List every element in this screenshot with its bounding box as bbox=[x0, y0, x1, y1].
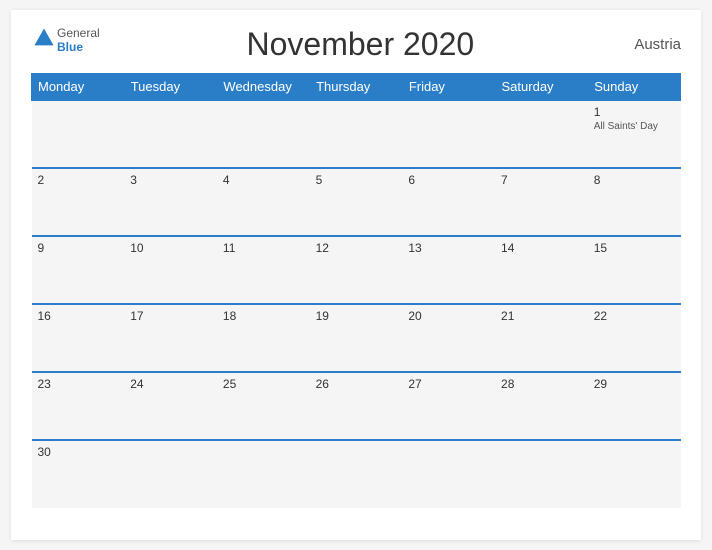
calendar-cell: 23 bbox=[32, 372, 125, 440]
calendar-cell: 8 bbox=[588, 168, 681, 236]
day-number: 17 bbox=[130, 309, 211, 323]
day-number: 23 bbox=[38, 377, 119, 391]
calendar-cell: 20 bbox=[402, 304, 495, 372]
day-number: 14 bbox=[501, 241, 582, 255]
weekday-header-sunday: Sunday bbox=[588, 74, 681, 101]
weekday-header-wednesday: Wednesday bbox=[217, 74, 310, 101]
calendar-cell: 22 bbox=[588, 304, 681, 372]
calendar-cell bbox=[124, 100, 217, 168]
calendar-cell bbox=[124, 440, 217, 508]
week-row-6: 30 bbox=[32, 440, 681, 508]
week-row-2: 2345678 bbox=[32, 168, 681, 236]
calendar-cell bbox=[495, 100, 588, 168]
calendar-cell: 6 bbox=[402, 168, 495, 236]
calendar-cell: 10 bbox=[124, 236, 217, 304]
calendar-cell bbox=[310, 100, 403, 168]
calendar-cell bbox=[217, 440, 310, 508]
day-number: 4 bbox=[223, 173, 304, 187]
day-number: 2 bbox=[38, 173, 119, 187]
day-number: 12 bbox=[316, 241, 397, 255]
day-number: 5 bbox=[316, 173, 397, 187]
calendar-cell bbox=[32, 100, 125, 168]
day-number: 13 bbox=[408, 241, 489, 255]
day-number: 10 bbox=[130, 241, 211, 255]
calendar-cell: 26 bbox=[310, 372, 403, 440]
weekday-header-row: MondayTuesdayWednesdayThursdayFridaySatu… bbox=[32, 74, 681, 101]
calendar-cell: 16 bbox=[32, 304, 125, 372]
calendar-cell: 4 bbox=[217, 168, 310, 236]
day-number: 24 bbox=[130, 377, 211, 391]
day-number: 7 bbox=[501, 173, 582, 187]
day-number: 26 bbox=[316, 377, 397, 391]
weekday-header-saturday: Saturday bbox=[495, 74, 588, 101]
calendar-cell bbox=[402, 440, 495, 508]
day-number: 8 bbox=[594, 173, 675, 187]
calendar-header: General Blue November 2020 Austria bbox=[31, 26, 681, 63]
weekday-header-monday: Monday bbox=[32, 74, 125, 101]
calendar-cell: 30 bbox=[32, 440, 125, 508]
calendar-cell: 29 bbox=[588, 372, 681, 440]
calendar-cell: 18 bbox=[217, 304, 310, 372]
calendar-cell bbox=[310, 440, 403, 508]
logo-blue-text: Blue bbox=[57, 40, 83, 54]
day-number: 29 bbox=[594, 377, 675, 391]
calendar-cell bbox=[217, 100, 310, 168]
day-number: 27 bbox=[408, 377, 489, 391]
calendar-cell: 14 bbox=[495, 236, 588, 304]
day-number: 3 bbox=[130, 173, 211, 187]
calendar-cell: 15 bbox=[588, 236, 681, 304]
calendar-cell: 27 bbox=[402, 372, 495, 440]
calendar-title: November 2020 bbox=[100, 26, 621, 63]
day-event: All Saints' Day bbox=[594, 121, 675, 132]
calendar-cell: 17 bbox=[124, 304, 217, 372]
calendar-cell: 3 bbox=[124, 168, 217, 236]
calendar-cell: 11 bbox=[217, 236, 310, 304]
calendar-cell bbox=[495, 440, 588, 508]
weekday-header-tuesday: Tuesday bbox=[124, 74, 217, 101]
day-number: 20 bbox=[408, 309, 489, 323]
calendar-country: Austria bbox=[621, 36, 681, 53]
calendar-cell: 1 All Saints' Day bbox=[588, 100, 681, 168]
logo-general-text: General bbox=[57, 26, 100, 40]
day-number: 22 bbox=[594, 309, 675, 323]
day-number: 16 bbox=[38, 309, 119, 323]
calendar-cell: 24 bbox=[124, 372, 217, 440]
calendar-table: MondayTuesdayWednesdayThursdayFridaySatu… bbox=[31, 73, 681, 508]
calendar-container: General Blue November 2020 Austria Monda… bbox=[11, 10, 701, 540]
calendar-cell: 25 bbox=[217, 372, 310, 440]
logo: General Blue bbox=[31, 26, 100, 55]
day-number: 21 bbox=[501, 309, 582, 323]
calendar-cell bbox=[402, 100, 495, 168]
calendar-cell bbox=[588, 440, 681, 508]
calendar-cell: 7 bbox=[495, 168, 588, 236]
day-number: 6 bbox=[408, 173, 489, 187]
day-number: 30 bbox=[38, 445, 119, 459]
calendar-cell: 21 bbox=[495, 304, 588, 372]
day-number: 1 bbox=[594, 105, 675, 119]
day-number: 28 bbox=[501, 377, 582, 391]
week-row-1: 1 All Saints' Day bbox=[32, 100, 681, 168]
day-number: 18 bbox=[223, 309, 304, 323]
logo-icon bbox=[33, 27, 55, 49]
calendar-cell: 19 bbox=[310, 304, 403, 372]
calendar-cell: 28 bbox=[495, 372, 588, 440]
day-number: 25 bbox=[223, 377, 304, 391]
week-row-3: 9 10 11 12 13 14 15 bbox=[32, 236, 681, 304]
week-row-5: 23 24 25 26 27 28 29 bbox=[32, 372, 681, 440]
calendar-cell: 12 bbox=[310, 236, 403, 304]
day-number: 9 bbox=[38, 241, 119, 255]
calendar-cell: 5 bbox=[310, 168, 403, 236]
calendar-cell: 9 bbox=[32, 236, 125, 304]
day-number: 15 bbox=[594, 241, 675, 255]
weekday-header-thursday: Thursday bbox=[310, 74, 403, 101]
day-number: 11 bbox=[223, 241, 304, 255]
calendar-cell: 13 bbox=[402, 236, 495, 304]
day-number: 19 bbox=[316, 309, 397, 323]
week-row-4: 16 17 18 19 20 21 22 bbox=[32, 304, 681, 372]
calendar-cell: 2 bbox=[32, 168, 125, 236]
weekday-header-friday: Friday bbox=[402, 74, 495, 101]
